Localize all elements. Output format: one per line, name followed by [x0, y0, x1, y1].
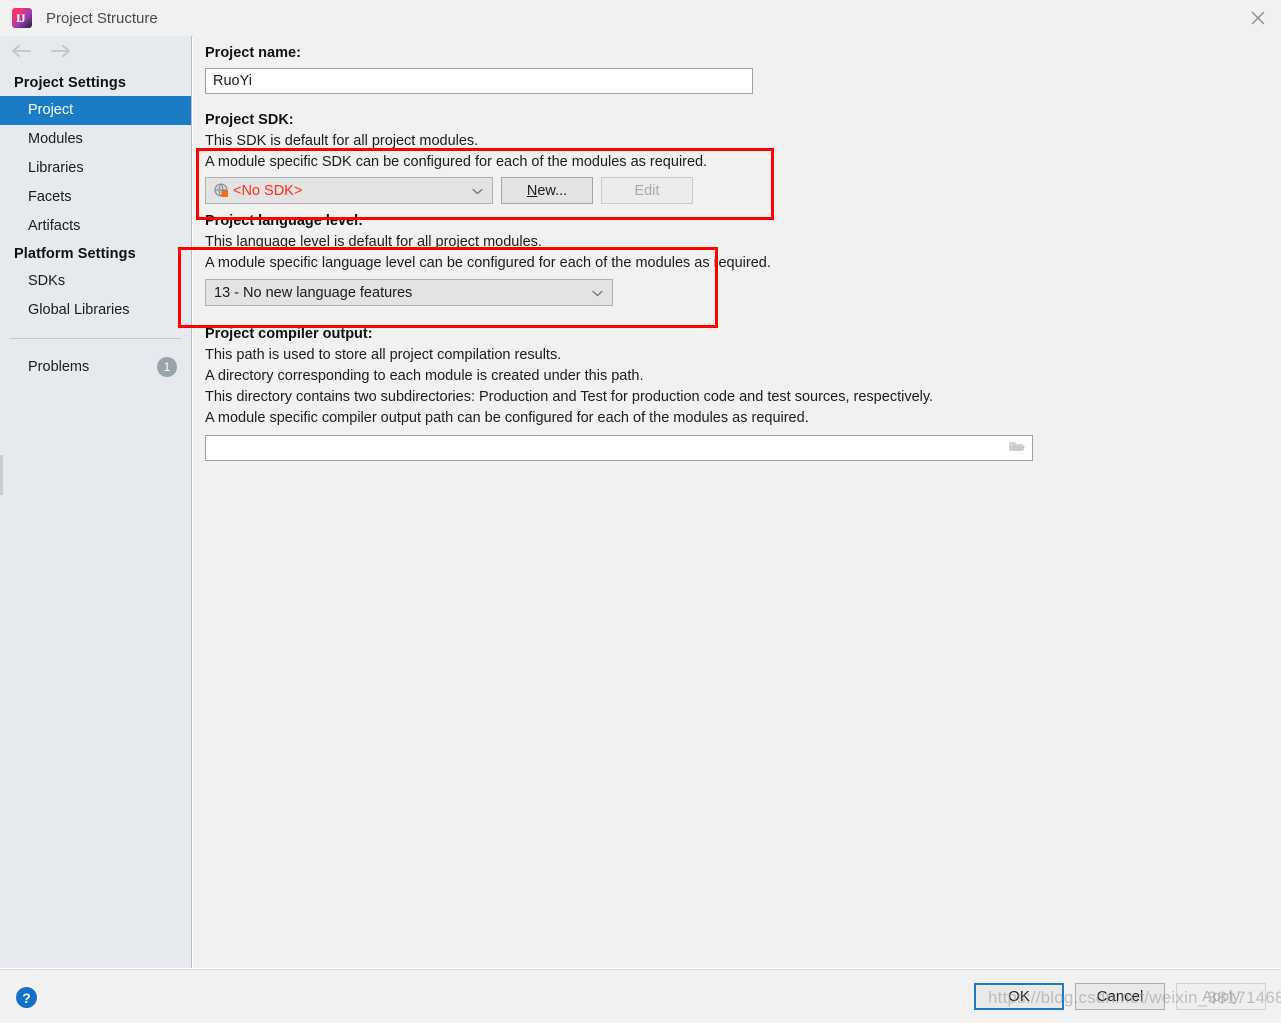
chevron-down-icon: [472, 183, 483, 199]
sidebar-divider: [10, 338, 181, 339]
sdk-new-button[interactable]: New...: [501, 177, 593, 204]
language-level-combobox[interactable]: 13 - No new language features: [205, 279, 613, 306]
sidebar-item-project[interactable]: Project: [0, 96, 191, 125]
sidebar-item-modules[interactable]: Modules: [0, 125, 191, 154]
project-sdk-value: <No SDK>: [233, 182, 303, 199]
compiler-output-desc-3: This directory contains two subdirectori…: [205, 389, 934, 405]
sidebar: Project Settings Project Modules Librari…: [0, 36, 192, 968]
language-level-label: Project language level:: [205, 213, 363, 229]
sidebar-item-global-libraries[interactable]: Global Libraries: [0, 296, 191, 325]
language-level-value: 13 - No new language features: [214, 284, 413, 301]
project-sdk-desc-2: A module specific SDK can be configured …: [205, 154, 708, 170]
project-name-label: Project name:: [205, 45, 301, 61]
compiler-output-desc-1: This path is used to store all project c…: [205, 347, 562, 363]
sdk-edit-button[interactable]: Edit: [601, 177, 693, 204]
logo-text: IJ: [16, 11, 26, 25]
language-level-desc-1: This language level is default for all p…: [205, 234, 542, 250]
sdk-globe-icon: [214, 183, 229, 198]
sidebar-item-artifacts[interactable]: Artifacts: [0, 212, 191, 241]
problems-label: Problems: [28, 358, 90, 375]
navigation-arrows: [0, 36, 191, 70]
intellij-logo-icon: IJ: [12, 8, 32, 28]
sidebar-item-facets[interactable]: Facets: [0, 183, 191, 212]
sidebar-item-problems[interactable]: Problems 1: [0, 352, 191, 381]
sidebar-item-libraries[interactable]: Libraries: [0, 154, 191, 183]
project-sdk-desc-1: This SDK is default for all project modu…: [205, 133, 479, 149]
sidebar-item-sdks[interactable]: SDKs: [0, 267, 191, 296]
help-icon[interactable]: ?: [16, 987, 37, 1008]
cancel-button[interactable]: Cancel: [1075, 983, 1165, 1010]
compiler-output-label: Project compiler output:: [205, 326, 373, 342]
sdk-new-button-mnemonic: N: [526, 182, 538, 199]
compiler-output-desc-2: A directory corresponding to each module…: [205, 368, 644, 384]
arrow-left-icon[interactable]: [10, 44, 32, 62]
window-edge-notch: [0, 455, 3, 495]
title-bar: IJ Project Structure: [0, 0, 1281, 37]
folder-icon[interactable]: [1008, 439, 1026, 458]
sidebar-group-platform-settings: Platform Settings: [14, 246, 136, 262]
project-name-input[interactable]: RuoYi: [205, 68, 753, 94]
sdk-new-button-label: ew...: [537, 182, 568, 199]
window-title: Project Structure: [46, 9, 158, 27]
apply-button[interactable]: Apply: [1176, 983, 1266, 1010]
project-name-value: RuoYi: [213, 73, 252, 89]
project-sdk-label: Project SDK:: [205, 112, 294, 128]
ok-button[interactable]: OK: [974, 983, 1064, 1010]
problems-count-badge: 1: [157, 356, 177, 377]
language-level-desc-2: A module specific language level can be …: [205, 255, 771, 271]
sidebar-group-project-settings: Project Settings: [14, 75, 126, 91]
arrow-right-icon[interactable]: [50, 44, 72, 62]
chevron-down-icon: [592, 285, 603, 301]
main-panel: Project name: RuoYi Project SDK: This SD…: [193, 36, 1281, 968]
compiler-output-input[interactable]: [205, 435, 1033, 461]
compiler-output-desc-4: A module specific compiler output path c…: [205, 410, 809, 426]
project-sdk-combobox[interactable]: <No SDK>: [205, 177, 493, 204]
project-sdk-controls: <No SDK> New... Edit: [205, 177, 1281, 204]
close-icon[interactable]: [1235, 0, 1281, 36]
